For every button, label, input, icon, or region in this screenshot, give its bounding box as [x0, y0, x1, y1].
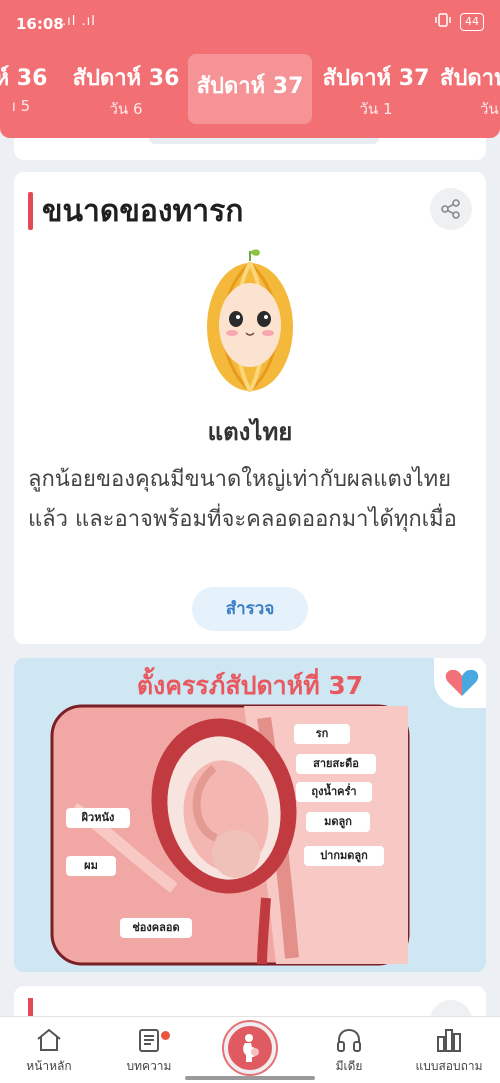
nav-home[interactable]: หน้าหลัก	[4, 1027, 94, 1076]
label-placenta: รก	[294, 724, 350, 744]
vibrate-icon	[434, 13, 452, 31]
melon-illustration	[207, 249, 293, 392]
week-label: สัปดาห์ 36	[72, 66, 180, 91]
baby-size-card: ขนาดของทารก แตงไทย ลูกน้อยของคุณมีขนาดให…	[14, 172, 486, 644]
signal-icon: .ıl .ıl	[62, 14, 96, 29]
week-tab-36-5[interactable]: ห์ 36 ı 5	[0, 54, 66, 124]
share-button[interactable]	[430, 188, 472, 230]
nav-media[interactable]: มีเดีย	[304, 1027, 394, 1076]
headphones-icon	[337, 1028, 361, 1052]
day-label: ı 5	[11, 97, 31, 115]
bottom-nav: หน้าหลัก บทความ มีเดีย แบบสอบถาม	[0, 1016, 500, 1083]
week-tab-37-1[interactable]: สัปดาห์ 37 วัน 1	[314, 54, 438, 124]
label-uterus: มดลูก	[306, 812, 370, 832]
label-skin: ผิวหนัง	[66, 808, 130, 828]
day-label: วัน 1	[359, 100, 393, 118]
day-label: วัน 6	[109, 100, 143, 118]
title-accent	[28, 192, 33, 230]
label-hair: ผม	[66, 856, 116, 876]
week-tab-37-2[interactable]: สัปดาห์ วัน	[440, 54, 500, 124]
status-time: 16:08	[16, 15, 64, 33]
share-icon	[441, 199, 460, 219]
explore-button[interactable]: สำรวจ	[192, 587, 308, 631]
status-bar: 16:08 .ıl .ıl 44	[0, 0, 500, 46]
nav-survey-label: แบบสอบถาม	[415, 1059, 483, 1073]
nav-pregnancy-center[interactable]	[222, 1020, 278, 1076]
nav-survey[interactable]: แบบสอบถาม	[404, 1027, 494, 1076]
fruit-name: แตงไทย	[207, 418, 293, 446]
size-description: ลูกน้อยของคุณมีขนาดใหญ่เท่ากับผลแตงไทยแล…	[28, 467, 457, 532]
day-label: วัน	[480, 100, 499, 118]
article-icon	[139, 1029, 159, 1052]
pregnancy-diagram-card[interactable]: ตั้งครรภ์สัปดาห์ที่ 37 รก สายสะดือ ถุงน้…	[14, 658, 486, 972]
bar-chart-icon	[437, 1029, 461, 1052]
week-tab-37[interactable]: สัปดาห์ 37	[188, 54, 312, 124]
week-label: สัปดาห์ 37	[196, 74, 304, 99]
pregnant-woman-icon	[243, 1034, 259, 1062]
week-label: สัปดาห์	[440, 66, 500, 91]
label-umbilical-cord: สายสะดือ	[296, 754, 376, 774]
status-right: 44	[434, 13, 484, 31]
nav-media-label: มีเดีย	[335, 1059, 363, 1073]
notification-dot	[161, 1031, 170, 1040]
label-amniotic-sac: ถุงน้ำคร่ำ	[296, 782, 372, 802]
home-indicator[interactable]	[185, 1076, 315, 1080]
week-selector: ห์ 36 ı 5 สัปดาห์ 36 วัน 6 สัปดาห์ 37 สั…	[0, 46, 500, 138]
battery-icon: 44	[460, 13, 484, 31]
label-cervix: ปากมดลูก	[304, 846, 384, 866]
nav-articles[interactable]: บทความ	[104, 1027, 194, 1076]
card-title: ขนาดของทารก	[42, 194, 244, 229]
week-label: ห์ 36	[0, 66, 48, 91]
nav-articles-label: บทความ	[126, 1059, 172, 1073]
home-icon	[37, 1028, 61, 1051]
week-tab-36-6[interactable]: สัปดาห์ 36 วัน 6	[66, 54, 186, 124]
label-birth-canal: ช่องคลอด	[120, 918, 192, 938]
previous-card-bottom	[14, 138, 486, 160]
week-label: สัปดาห์ 37	[322, 66, 430, 91]
nav-home-label: หน้าหลัก	[26, 1059, 72, 1073]
